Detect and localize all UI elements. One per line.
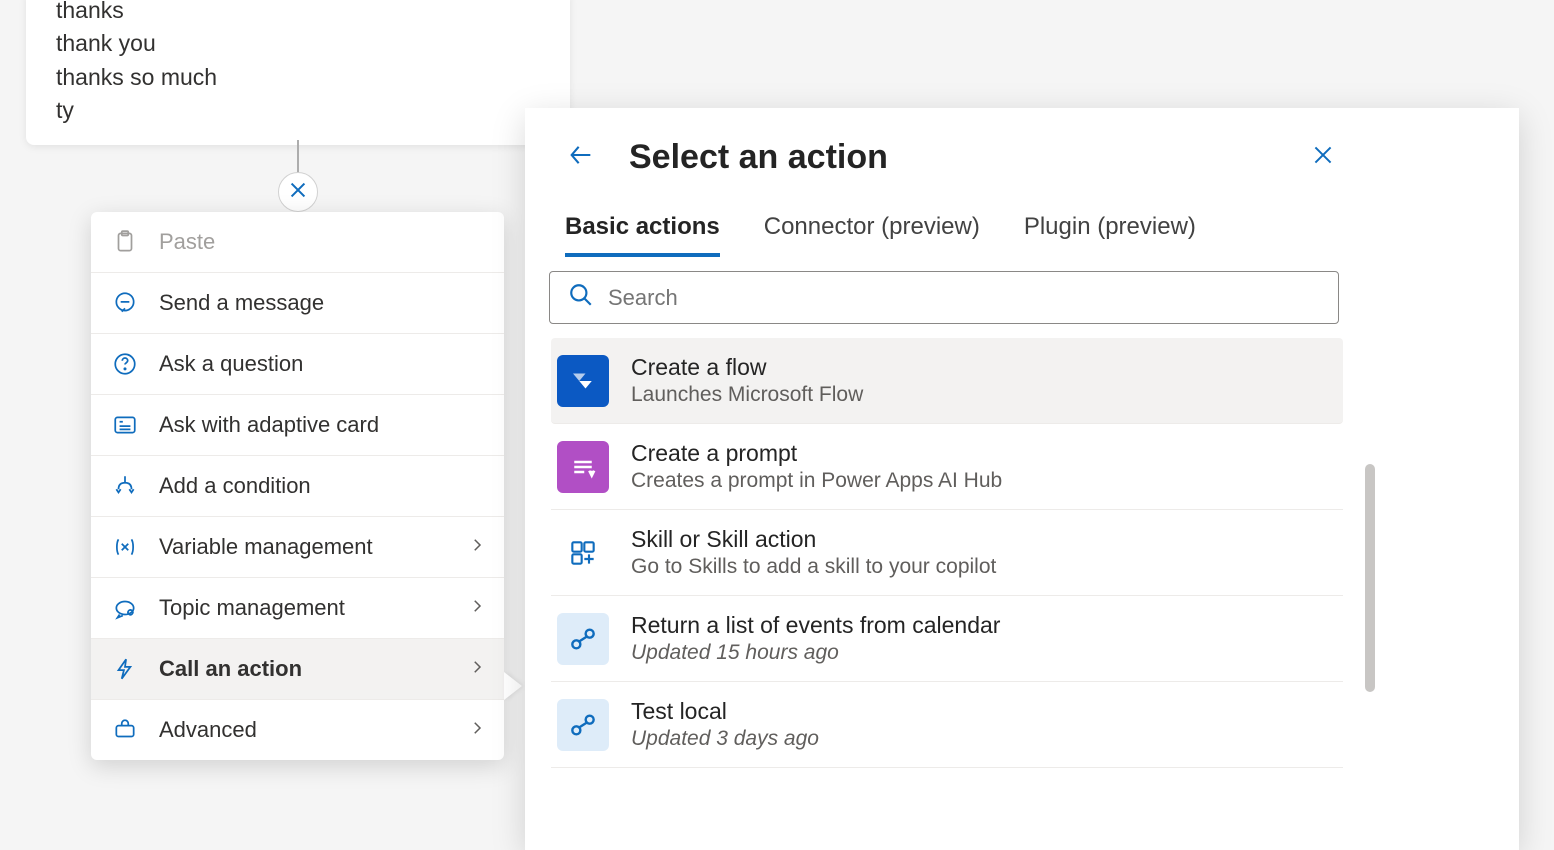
action-title: Return a list of events from calendar bbox=[631, 612, 1000, 639]
phrase-line: thanks bbox=[56, 0, 540, 27]
tab-connector-preview-[interactable]: Connector (preview) bbox=[764, 213, 980, 257]
search-wrap bbox=[525, 257, 1379, 338]
menu-item-label: Send a message bbox=[159, 290, 324, 316]
chevron-right-icon bbox=[468, 717, 486, 743]
chevron-right-icon bbox=[468, 534, 486, 560]
advanced-icon bbox=[111, 716, 139, 744]
tab-basic-actions[interactable]: Basic actions bbox=[565, 213, 720, 257]
action-text: Create a flowLaunches Microsoft Flow bbox=[631, 354, 863, 407]
menu-item-label: Advanced bbox=[159, 717, 257, 743]
topic-icon bbox=[111, 594, 139, 622]
flow-icon bbox=[557, 355, 609, 407]
action-title: Skill or Skill action bbox=[631, 526, 996, 553]
action-title: Create a prompt bbox=[631, 440, 1002, 467]
panel-tabs: Basic actions Connector (preview) Plugin (… bbox=[525, 183, 1519, 257]
action-subtitle: Updated 3 days ago bbox=[631, 727, 819, 751]
menu-item-advanced[interactable]: Advanced bbox=[91, 699, 504, 760]
close-icon bbox=[1310, 142, 1336, 173]
menu-item-label: Ask a question bbox=[159, 351, 303, 377]
flyout-caret bbox=[504, 672, 522, 700]
chevron-right-icon bbox=[468, 595, 486, 621]
menu-item-ask-with-adaptive-card[interactable]: Ask with adaptive card bbox=[91, 394, 504, 455]
menu-item-label: Topic management bbox=[159, 595, 345, 621]
action-text: Test localUpdated 3 days ago bbox=[631, 698, 819, 751]
node-context-menu: Paste Send a message Ask a question Ask wit… bbox=[91, 212, 504, 760]
action-item-return-a-list-of-events-from-calendar[interactable]: Return a list of events from calendarUpd… bbox=[551, 596, 1343, 682]
question-icon bbox=[111, 350, 139, 378]
panel-title: Select an action bbox=[629, 138, 1307, 177]
menu-item-add-a-condition[interactable]: Add a condition bbox=[91, 455, 504, 516]
action-item-test-local[interactable]: Test localUpdated 3 days ago bbox=[551, 682, 1343, 768]
action-icon bbox=[111, 655, 139, 683]
action-title: Create a flow bbox=[631, 354, 863, 381]
close-panel-button[interactable] bbox=[1307, 142, 1339, 174]
menu-item-send-a-message[interactable]: Send a message bbox=[91, 272, 504, 333]
tab-plugin-preview-[interactable]: Plugin (preview) bbox=[1024, 213, 1196, 257]
action-item-skill-or-skill-action[interactable]: Skill or Skill actionGo to Skills to add… bbox=[551, 510, 1343, 596]
menu-item-topic-management[interactable]: Topic management bbox=[91, 577, 504, 638]
action-subtitle: Creates a prompt in Power Apps AI Hub bbox=[631, 469, 1002, 493]
card-icon bbox=[111, 411, 139, 439]
skill-icon bbox=[557, 527, 609, 579]
action-title: Test local bbox=[631, 698, 819, 725]
panel-header: Select an action bbox=[525, 108, 1519, 183]
chevron-right-icon bbox=[468, 656, 486, 682]
menu-item-variable-management[interactable]: Variable management bbox=[91, 516, 504, 577]
action-subtitle: Updated 15 hours ago bbox=[631, 641, 1000, 665]
close-icon bbox=[287, 179, 309, 206]
phrase-line: thanks so much bbox=[56, 61, 540, 94]
menu-item-paste: Paste bbox=[91, 212, 504, 272]
action-text: Skill or Skill actionGo to Skills to add… bbox=[631, 526, 996, 579]
menu-item-label: Paste bbox=[159, 229, 215, 255]
branch-icon bbox=[111, 472, 139, 500]
connector-line bbox=[297, 140, 299, 176]
action-text: Create a promptCreates a prompt in Power… bbox=[631, 440, 1002, 493]
custom-icon bbox=[557, 613, 609, 665]
trigger-phrases-card: thanks thank you thanks so much ty bbox=[26, 0, 570, 145]
search-icon bbox=[568, 282, 608, 313]
menu-item-label: Ask with adaptive card bbox=[159, 412, 379, 438]
search-input[interactable] bbox=[608, 285, 1320, 311]
arrow-left-icon bbox=[567, 141, 595, 174]
menu-item-label: Call an action bbox=[159, 656, 302, 682]
menu-item-label: Variable management bbox=[159, 534, 373, 560]
action-item-create-a-flow[interactable]: Create a flowLaunches Microsoft Flow bbox=[551, 338, 1343, 424]
back-button[interactable] bbox=[565, 142, 597, 174]
menu-item-label: Add a condition bbox=[159, 473, 311, 499]
action-subtitle: Go to Skills to add a skill to your copi… bbox=[631, 555, 996, 579]
variable-icon bbox=[111, 533, 139, 561]
close-add-node-button[interactable] bbox=[278, 172, 318, 212]
prompt-icon bbox=[557, 441, 609, 493]
select-action-panel: Select an action Basic actions Connector … bbox=[525, 108, 1519, 850]
action-list: Create a flowLaunches Microsoft FlowCrea… bbox=[525, 338, 1371, 768]
search-box[interactable] bbox=[549, 271, 1339, 324]
action-subtitle: Launches Microsoft Flow bbox=[631, 383, 863, 407]
message-icon bbox=[111, 289, 139, 317]
phrase-line: ty bbox=[56, 94, 540, 127]
action-item-create-a-prompt[interactable]: Create a promptCreates a prompt in Power… bbox=[551, 424, 1343, 510]
clipboard-icon bbox=[111, 228, 139, 256]
scrollbar-thumb[interactable] bbox=[1365, 464, 1375, 692]
custom-icon bbox=[557, 699, 609, 751]
menu-item-call-an-action[interactable]: Call an action bbox=[91, 638, 504, 699]
action-text: Return a list of events from calendarUpd… bbox=[631, 612, 1000, 665]
phrase-line: thank you bbox=[56, 27, 540, 60]
menu-item-ask-a-question[interactable]: Ask a question bbox=[91, 333, 504, 394]
